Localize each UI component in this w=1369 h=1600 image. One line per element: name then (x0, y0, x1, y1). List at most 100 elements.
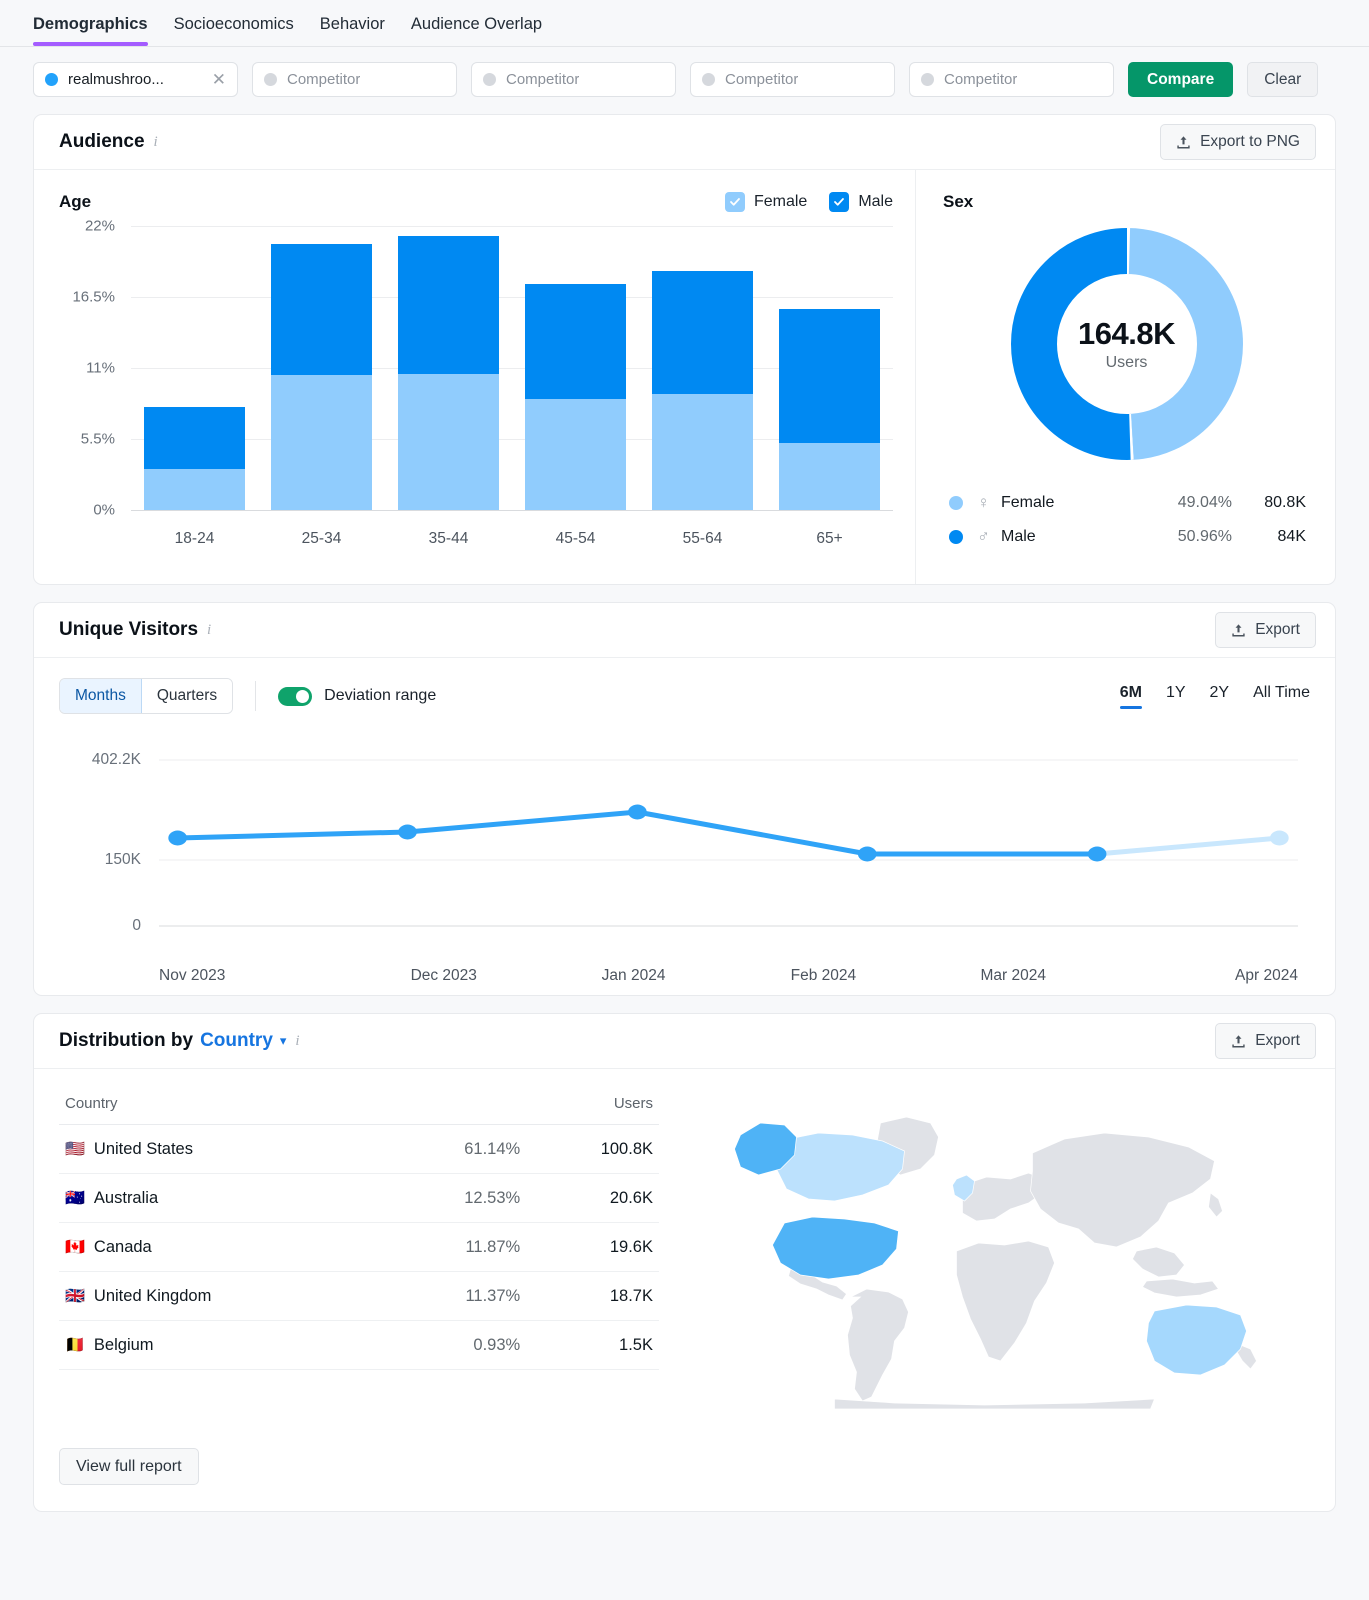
granularity-quarters[interactable]: Quarters (141, 679, 233, 713)
country-name: Canada (93, 1238, 152, 1256)
age-legend: Female Male (724, 192, 893, 212)
bar-group-45-54[interactable] (512, 226, 639, 510)
checkbox-female[interactable] (724, 192, 745, 212)
sex-row-female[interactable]: ♀ Female 49.04% 80.8K (943, 486, 1310, 520)
users-cell: 1.5K (526, 1320, 659, 1370)
pct-cell: 0.93% (385, 1320, 527, 1370)
chevron-down-icon[interactable]: ▾ (280, 1033, 287, 1049)
deviation-range-label: Deviation range (324, 687, 437, 704)
range-all-time[interactable]: All Time (1253, 684, 1310, 709)
sex-donut-chart[interactable]: 164.8K Users (1010, 228, 1243, 460)
competitor-placeholder: Competitor (725, 71, 799, 88)
table-row[interactable]: 🇦🇺 Australia 12.53% 20.6K (59, 1173, 659, 1223)
clear-button[interactable]: Clear (1247, 62, 1319, 97)
x-label-nov-2023: Nov 2023 (159, 967, 226, 984)
upload-icon (1232, 623, 1245, 636)
checkbox-male[interactable] (829, 192, 850, 212)
map-region-asia (1030, 1132, 1215, 1248)
unique-visitors-controls: Months Quarters Deviation range 6M 1Y 2Y… (59, 678, 1310, 714)
x-label-mar-2024: Mar 2024 (980, 967, 1046, 984)
col-users: Users (526, 1089, 659, 1125)
female-users: 80.8K (1264, 494, 1306, 511)
users-cell: 18.7K (526, 1271, 659, 1321)
flag-icon-us: 🇺🇸 (65, 1141, 85, 1158)
unique-visitors-card: Unique Visitors i Export Months Quarters… (33, 602, 1336, 996)
sex-row-male[interactable]: ♂ Male 50.96% 84K (943, 520, 1310, 554)
close-icon[interactable]: ✕ (204, 71, 226, 88)
competitor-placeholder: Competitor (506, 71, 580, 88)
age-bars (131, 226, 893, 510)
bar-group-65-plus[interactable] (766, 226, 893, 510)
domain-chip-primary[interactable]: realmushroo... ✕ (33, 62, 238, 97)
view-full-report-button[interactable]: View full report (59, 1448, 199, 1485)
line-x-labels: Nov 2023 Dec 2023 Jan 2024 Feb 2024 Mar … (159, 967, 1298, 985)
x-label-dec-2023: Dec 2023 (410, 967, 477, 984)
table-row[interactable]: 🇺🇸 United States 61.14% 100.8K (59, 1124, 659, 1174)
world-map[interactable] (659, 1083, 1310, 1413)
distribution-dimension-select[interactable]: Country (200, 1030, 273, 1052)
competitor-input-4[interactable]: Competitor (909, 62, 1114, 97)
donut-total-users: 164.8K (1078, 316, 1175, 351)
divider (255, 681, 257, 711)
export-button[interactable]: Export (1215, 1023, 1316, 1059)
audience-card-header: Audience i Export to PNG (34, 115, 1335, 170)
map-region-japan (1208, 1192, 1223, 1218)
unique-visitors-header: Unique Visitors i Export (34, 603, 1335, 658)
age-chart-panel: Age Female Male 22% 16.5% 11% 5.5% 0% 18… (34, 170, 915, 584)
range-2y[interactable]: 2Y (1210, 684, 1230, 709)
bar-group-35-44[interactable] (385, 226, 512, 510)
country-table: Country Users 🇺🇸 United States 61.14% 100… (59, 1089, 659, 1370)
pct-cell: 11.37% (385, 1271, 527, 1321)
male-name: Male (1001, 528, 1036, 545)
bar-group-25-34[interactable] (258, 226, 385, 510)
export-to-png-button[interactable]: Export to PNG (1160, 124, 1316, 160)
flag-icon-gb: 🇬🇧 (65, 1288, 85, 1305)
tab-behavior[interactable]: Behavior (320, 15, 385, 46)
age-bar-chart: 22% 16.5% 11% 5.5% 0% 18-24 25-34 35-44 … (59, 218, 893, 566)
tab-audience-overlap[interactable]: Audience Overlap (411, 15, 542, 46)
range-1y[interactable]: 1Y (1166, 684, 1186, 709)
domain-color-dot (45, 73, 58, 86)
table-row[interactable]: 🇬🇧 United Kingdom 11.37% 18.7K (59, 1271, 659, 1321)
map-region-united-states (772, 1216, 899, 1280)
info-icon[interactable]: i (295, 1033, 299, 1050)
country-name: United States (93, 1140, 193, 1158)
users-cell: 20.6K (526, 1173, 659, 1223)
unique-visitors-body: Months Quarters Deviation range 6M 1Y 2Y… (34, 658, 1335, 995)
info-icon[interactable]: i (154, 134, 158, 151)
time-range-selector: 6M 1Y 2Y All Time (1119, 684, 1310, 709)
competitor-input-3[interactable]: Competitor (690, 62, 895, 97)
bar-group-55-64[interactable] (639, 226, 766, 510)
range-6m[interactable]: 6M (1119, 684, 1143, 709)
map-region-south-america (847, 1288, 909, 1402)
legend-female-toggle[interactable]: Female (724, 192, 807, 212)
users-cell: 19.6K (526, 1222, 659, 1272)
tab-socioeconomics[interactable]: Socioeconomics (174, 15, 294, 46)
compare-button[interactable]: Compare (1128, 62, 1234, 97)
male-percent: 50.96% (1177, 528, 1232, 545)
info-icon[interactable]: i (207, 622, 211, 639)
competitor-color-dot (921, 73, 934, 86)
deviation-range-toggle[interactable] (278, 686, 313, 706)
export-button[interactable]: Export (1215, 612, 1316, 648)
age-label: Age (59, 192, 92, 211)
competitor-input-1[interactable]: Competitor (252, 62, 457, 97)
country-name: Australia (93, 1189, 159, 1207)
map-region-antarctica-edge (834, 1398, 1156, 1410)
bar-group-18-24[interactable] (131, 226, 258, 510)
main-tab-bar: Demographics Socioeconomics Behavior Aud… (0, 0, 1369, 47)
country-table-panel: Country Users 🇺🇸 United States 61.14% 100… (59, 1083, 659, 1418)
table-row[interactable]: 🇨🇦 Canada 11.87% 19.6K (59, 1222, 659, 1272)
sex-chart-panel: Sex 164.8K Users ♀ Female 49.04% 80.8K ♂… (915, 170, 1335, 584)
competitor-input-2[interactable]: Competitor (471, 62, 676, 97)
flag-icon-be: 🇧🇪 (65, 1337, 85, 1354)
x-label-feb-2024: Feb 2024 (790, 967, 857, 984)
granularity-months[interactable]: Months (60, 679, 142, 713)
pct-cell: 61.14% (385, 1124, 527, 1174)
legend-male-toggle[interactable]: Male (829, 192, 893, 212)
table-header-row: Country Users (59, 1089, 659, 1125)
audience-title: Audience (59, 131, 145, 152)
export-label: Export (1255, 1032, 1300, 1049)
tab-demographics[interactable]: Demographics (33, 15, 148, 46)
table-row[interactable]: 🇧🇪 Belgium 0.93% 1.5K (59, 1320, 659, 1370)
